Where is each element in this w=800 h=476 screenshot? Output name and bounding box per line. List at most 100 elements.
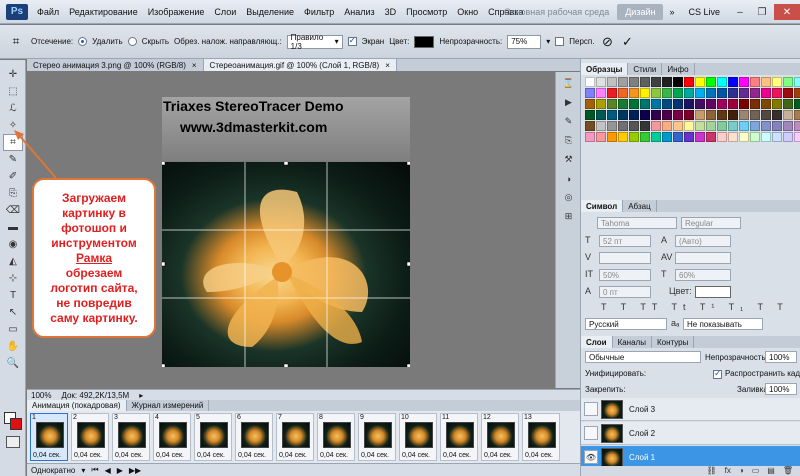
color-swatch[interactable] [695, 121, 705, 131]
color-swatch[interactable] [673, 99, 683, 109]
tab-styles[interactable]: Стили [628, 63, 663, 75]
animation-frame[interactable]: 2 0,04 сек. [71, 413, 109, 461]
color-swatch[interactable] [640, 99, 650, 109]
color-swatch[interactable] [728, 88, 738, 98]
next-frame-icon[interactable]: ▶▶ [129, 466, 141, 475]
eye-icon[interactable]: 👁 [584, 450, 598, 464]
color-swatch[interactable] [596, 77, 606, 87]
color-swatch[interactable] [662, 132, 672, 142]
color-swatch[interactable] [618, 88, 628, 98]
color-swatch[interactable] [684, 110, 694, 120]
adjustments-icon[interactable]: ◑ [560, 171, 577, 186]
color-swatch[interactable] [772, 132, 782, 142]
color-swatch[interactable] [585, 132, 595, 142]
animation-frame[interactable]: 8 0,04 сек. [317, 413, 355, 461]
language-select[interactable]: Русский [585, 318, 667, 330]
color-swatch[interactable] [640, 77, 650, 87]
color-swatch[interactable] [728, 110, 738, 120]
color-swatch[interactable] [673, 77, 683, 87]
tab-swatches[interactable]: Образцы [581, 63, 629, 75]
frame-delay[interactable]: 0,04 сек. [74, 452, 102, 459]
color-swatch[interactable] [794, 99, 800, 109]
color-swatch[interactable] [640, 132, 650, 142]
color-swatch[interactable] [585, 77, 595, 87]
animation-frame[interactable]: 13 0,04 сек. [522, 413, 560, 461]
guide-overlay-select[interactable]: Правило 1/3 ▾ [286, 33, 343, 51]
color-swatch[interactable] [706, 132, 716, 142]
color-swatch[interactable] [662, 99, 672, 109]
color-swatch[interactable] [739, 77, 749, 87]
color-swatch[interactable] [761, 77, 771, 87]
color-swatch[interactable] [772, 77, 782, 87]
menu-filter[interactable]: Фильтр [299, 7, 339, 17]
menu-view[interactable]: Просмотр [401, 7, 452, 17]
color-swatch[interactable] [596, 99, 606, 109]
color-swatch[interactable] [596, 121, 606, 131]
animation-frame[interactable]: 12 0,04 сек. [481, 413, 519, 461]
color-swatch[interactable] [651, 88, 661, 98]
menu-layers[interactable]: Слои [209, 7, 241, 17]
color-swatch[interactable] [673, 121, 683, 131]
color-swatch[interactable] [640, 88, 650, 98]
masks-icon[interactable]: ◎ [560, 190, 577, 205]
perspective-checkbox[interactable] [555, 37, 565, 46]
play-icon[interactable]: ▶ [117, 466, 123, 475]
color-swatch[interactable] [750, 77, 760, 87]
color-swatch[interactable] [695, 132, 705, 142]
color-swatch[interactable] [585, 99, 595, 109]
color-swatch[interactable] [772, 99, 782, 109]
color-swatch[interactable] [739, 132, 749, 142]
color-swatch[interactable] [739, 99, 749, 109]
doc-tab-stereo-gif[interactable]: Стереоанимация.gif @ 100% (Слой 1, RGB/8… [203, 59, 397, 71]
eraser-tool-icon[interactable]: ⌫ [3, 202, 23, 219]
frame-delay[interactable]: 0,04 сек. [402, 452, 430, 459]
dodge-tool-icon[interactable]: ◭ [3, 253, 23, 270]
color-swatch[interactable] [717, 99, 727, 109]
adjustment-layer-icon[interactable]: ◑ [739, 466, 744, 476]
color-swatch[interactable] [783, 132, 793, 142]
propagate-checkbox[interactable] [713, 368, 722, 379]
color-swatch[interactable] [640, 121, 650, 131]
visibility-toggle[interactable] [584, 426, 598, 440]
color-swatch[interactable] [629, 77, 639, 87]
animation-frame[interactable]: 1 0,04 сек. [30, 413, 68, 461]
menu-window[interactable]: Окно [452, 7, 483, 17]
color-swatch[interactable] [761, 132, 771, 142]
visibility-toggle[interactable] [584, 402, 598, 416]
color-swatch[interactable] [596, 110, 606, 120]
color-swatch[interactable] [651, 99, 661, 109]
color-swatch[interactable] [794, 132, 800, 142]
font-family-select[interactable]: Tahoma [597, 217, 677, 229]
new-layer-icon[interactable]: ▤ [767, 466, 775, 476]
layer-style-icon[interactable]: fx [725, 466, 731, 476]
kerning-field[interactable] [599, 252, 651, 264]
tab-measurement-log[interactable]: Журнал измерений [127, 400, 210, 411]
quick-mask-icon[interactable] [6, 436, 20, 448]
close-icon[interactable]: × [192, 61, 197, 70]
color-swatch[interactable] [662, 88, 672, 98]
frame-delay[interactable]: 0,04 сек. [361, 452, 389, 459]
history-icon[interactable]: ⌛ [560, 76, 577, 91]
layer-opacity-field[interactable]: 100% [765, 351, 797, 363]
opacity-field[interactable]: 75% [507, 34, 542, 49]
minimize-button[interactable]: – [730, 4, 750, 20]
color-swatch[interactable] [585, 88, 595, 98]
color-swatch[interactable] [618, 110, 628, 120]
color-swatch[interactable] [629, 132, 639, 142]
shield-color-swatch[interactable] [414, 35, 435, 48]
color-swatch[interactable] [684, 99, 694, 109]
pen-tool-icon[interactable]: ⊹ [3, 270, 23, 287]
color-swatch[interactable] [794, 110, 800, 120]
color-swatch[interactable] [651, 110, 661, 120]
animation-frame[interactable]: 11 0,04 сек. [440, 413, 478, 461]
hide-radio[interactable] [127, 37, 137, 46]
color-swatch[interactable] [585, 121, 595, 131]
color-swatch[interactable] [783, 110, 793, 120]
color-swatch[interactable] [618, 77, 628, 87]
layer-row[interactable]: Слой 3 [581, 398, 800, 421]
menu-select[interactable]: Выделение [241, 7, 299, 17]
cs-live-button[interactable]: CS Live [688, 7, 720, 17]
color-swatch[interactable] [794, 121, 800, 131]
color-swatch[interactable] [728, 99, 738, 109]
color-swatch[interactable] [651, 121, 661, 131]
